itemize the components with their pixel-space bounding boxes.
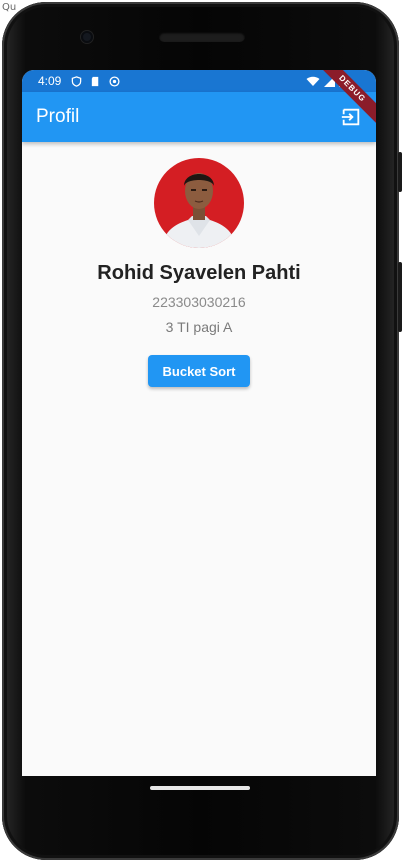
status-bar: 4:09 DEBUG [22, 70, 376, 127]
bucket-sort-button[interactable]: Bucket Sort [147, 355, 251, 387]
status-time: 4:09 [38, 74, 62, 88]
wifi-icon [306, 76, 320, 86]
profile-photo [154, 158, 244, 248]
logout-icon[interactable] [340, 106, 362, 128]
power-button[interactable] [398, 262, 402, 332]
avatar [154, 158, 244, 248]
earpiece-speaker [159, 32, 245, 42]
app-notification-icon [109, 75, 120, 87]
profile-content: Rohid Syavelen Pahti 223303030216 3 TI p… [22, 142, 376, 387]
sd-card-icon [92, 76, 99, 86]
profile-name: Rohid Syavelen Pahti [97, 262, 301, 284]
app-screen: 4:09 DEBUG Profil Rohid Syavelen Pahti 2… [22, 70, 376, 776]
app-bar: Profil [22, 92, 376, 142]
front-camera [81, 31, 93, 43]
class-label: 3 TI pagi A [165, 319, 233, 335]
shield-icon [72, 75, 82, 87]
volume-button[interactable] [398, 152, 402, 192]
home-indicator[interactable] [150, 786, 250, 790]
background-text: Qu [2, 2, 17, 13]
student-id: 223303030216 [152, 294, 246, 310]
page-title: Profil [36, 106, 80, 127]
